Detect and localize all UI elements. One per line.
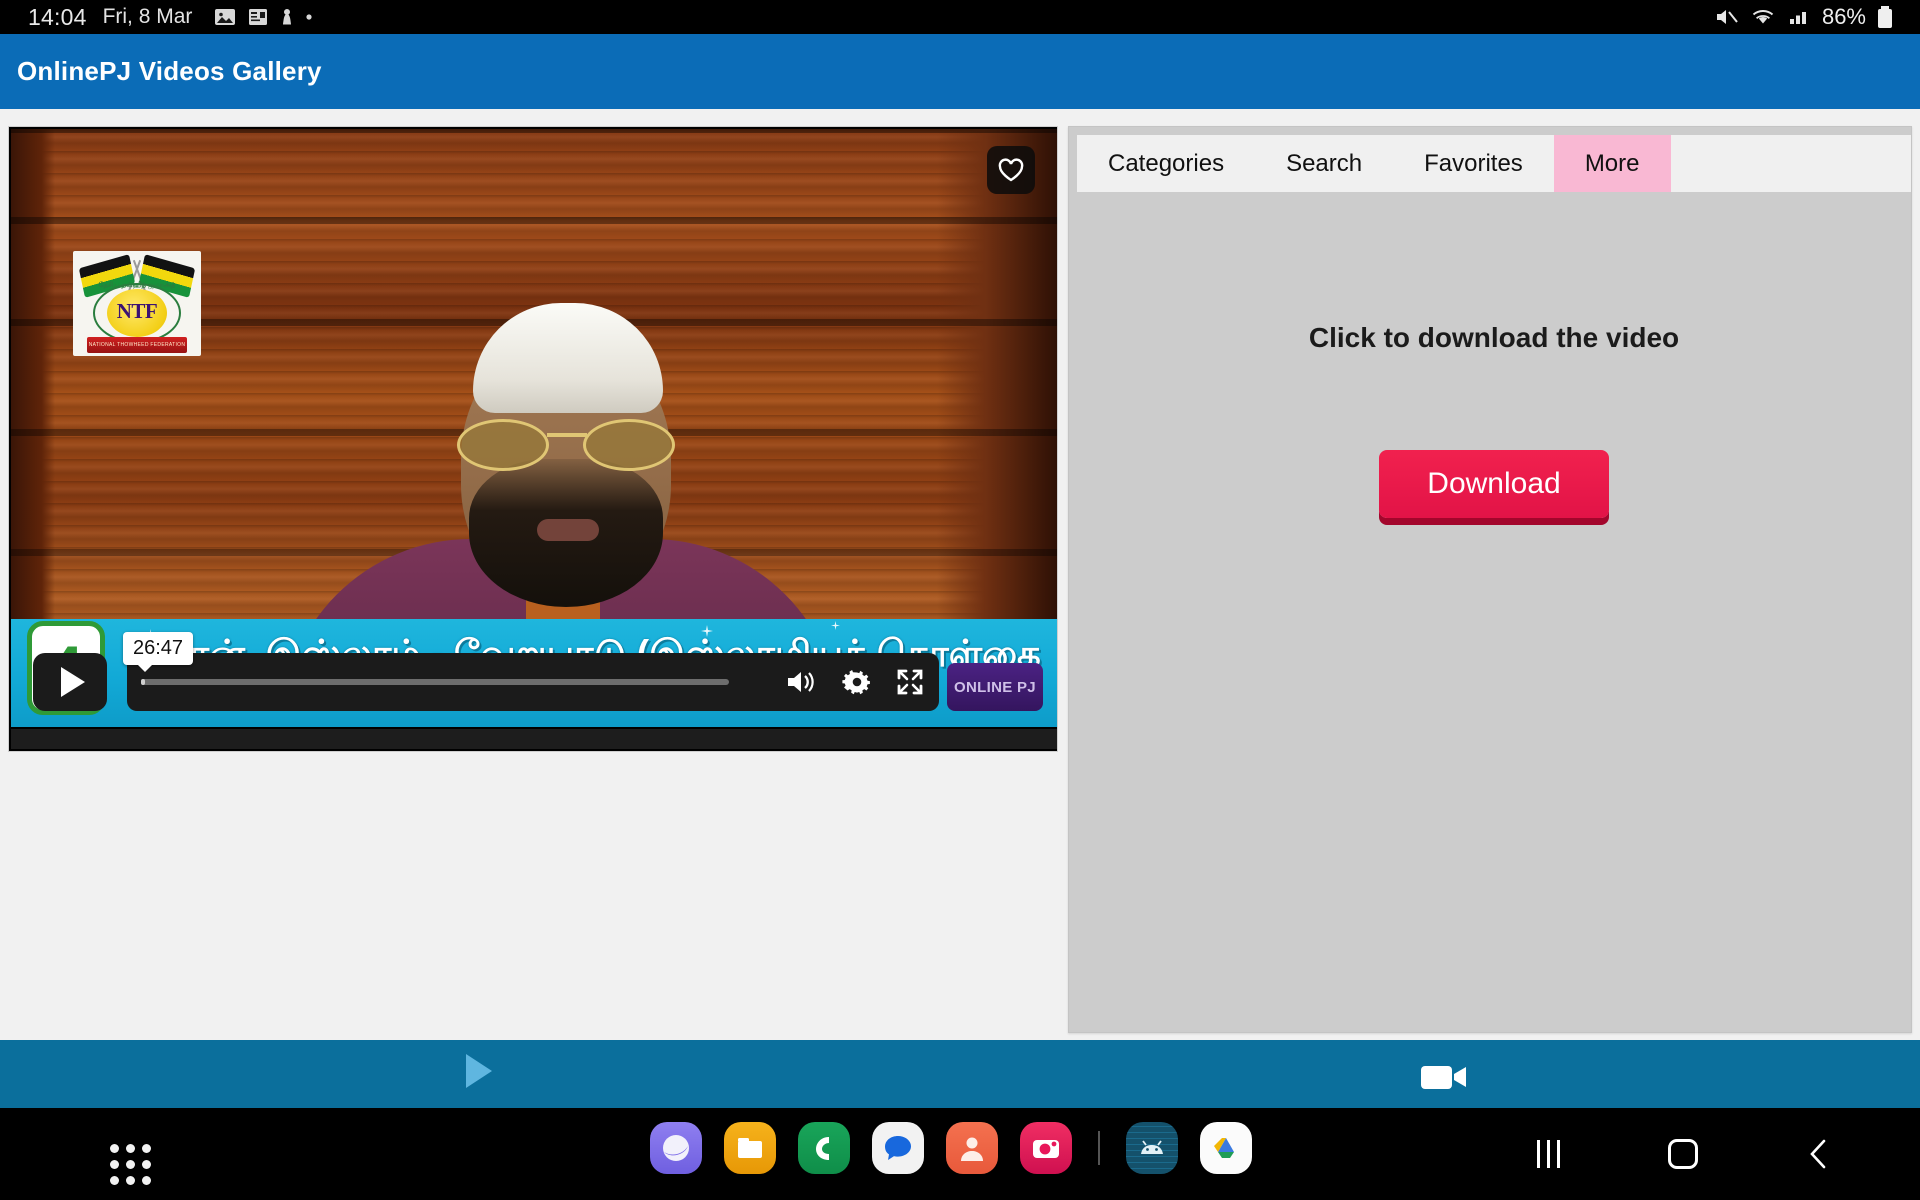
- heart-outline-icon: [998, 158, 1024, 182]
- dock-divider: [1098, 1131, 1100, 1165]
- page-title: OnlinePJ Videos Gallery: [17, 56, 322, 86]
- status-date: Fri, 8 Mar: [102, 5, 193, 28]
- calendar-icon: [249, 9, 268, 25]
- recents-icon[interactable]: [1537, 1140, 1560, 1168]
- volume-icon[interactable]: [785, 667, 819, 697]
- seek-progress: [141, 679, 145, 685]
- panel-body: Click to download the video Download: [1077, 192, 1911, 1032]
- download-button[interactable]: Download: [1379, 450, 1609, 518]
- android-nav-buttons: [1537, 1108, 1832, 1200]
- home-icon[interactable]: [1668, 1139, 1698, 1169]
- fullscreen-icon[interactable]: [895, 667, 925, 697]
- video-camera-icon[interactable]: [1420, 1062, 1468, 1092]
- image-icon: [215, 9, 236, 25]
- phone-icon[interactable]: [798, 1122, 850, 1174]
- download-title: Click to download the video: [1308, 322, 1680, 353]
- ntf-logo-subtitle: NATIONAL THOWHEED FEDERATION: [87, 337, 187, 353]
- video-frame[interactable]: தேசிய தவ்ஹீத் ஜமாஅத் NTF NATIONAL THOWHE…: [11, 129, 1057, 727]
- signal-icon: [1789, 12, 1806, 24]
- tab-bar: Categories Search Favorites More: [1077, 135, 1911, 192]
- contacts-icon[interactable]: [946, 1122, 998, 1174]
- content-area: தேசிய தவ்ஹீத் ஜமாஅத் NTF NATIONAL THOWHE…: [0, 109, 1920, 1040]
- favorite-button[interactable]: [987, 146, 1035, 194]
- right-panel: Categories Search Favorites More Click t…: [1068, 126, 1912, 1033]
- play-triangle-icon: [60, 667, 85, 697]
- mute-icon: [1716, 10, 1738, 24]
- video-bottom-bar: [11, 729, 1057, 749]
- battery-icon: [1878, 6, 1892, 28]
- video-watermark: ONLINE PJ: [947, 663, 1043, 711]
- samsung-internet-icon[interactable]: [650, 1122, 702, 1174]
- settings-gear-icon[interactable]: [841, 667, 873, 697]
- status-clock: 14:04: [28, 3, 87, 30]
- seek-bar[interactable]: [141, 679, 729, 685]
- status-bar: 14:04 Fri, 8 Mar 86%: [0, 0, 1920, 34]
- google-drive-icon[interactable]: [1200, 1122, 1252, 1174]
- ntf-logo-icon: தேசிய தவ்ஹீத் ஜமாஅத் NTF NATIONAL THOWHE…: [73, 251, 201, 356]
- video-player[interactable]: தேசிய தவ்ஹீத் ஜமாஅத் NTF NATIONAL THOWHE…: [8, 126, 1058, 752]
- bottom-play-icon[interactable]: [466, 1054, 492, 1088]
- bottom-app-bar: [0, 1040, 1920, 1108]
- app-header: OnlinePJ Videos Gallery: [0, 34, 1920, 109]
- video-control-icons: [785, 653, 925, 711]
- back-icon[interactable]: [1806, 1137, 1832, 1171]
- tab-favorites[interactable]: Favorites: [1393, 135, 1554, 192]
- messages-icon[interactable]: [872, 1122, 924, 1174]
- status-bar-left: 14:04 Fri, 8 Mar: [28, 4, 313, 31]
- android-studio-icon[interactable]: [1126, 1122, 1178, 1174]
- video-time-tooltip: 26:47: [123, 632, 194, 672]
- status-bar-right: 86%: [1714, 4, 1894, 30]
- wifi-icon: [1752, 9, 1774, 24]
- my-files-icon[interactable]: [724, 1122, 776, 1174]
- battery-percent: 86%: [1821, 4, 1866, 29]
- status-notification-icons: [214, 7, 313, 27]
- android-navigation-bar: [0, 1108, 1920, 1200]
- play-button[interactable]: [33, 653, 107, 711]
- camera-icon[interactable]: [1020, 1122, 1072, 1174]
- chess-pawn-icon: [283, 9, 292, 25]
- video-control-bar[interactable]: [127, 653, 939, 711]
- tab-search[interactable]: Search: [1255, 135, 1394, 192]
- tab-categories[interactable]: Categories: [1077, 135, 1256, 192]
- ntf-logo-text: NTF: [116, 299, 158, 323]
- android-dock: [650, 1122, 1252, 1174]
- tab-more[interactable]: More: [1553, 135, 1671, 192]
- dot-icon: [306, 14, 313, 20]
- app-drawer-icon[interactable]: [110, 1144, 151, 1185]
